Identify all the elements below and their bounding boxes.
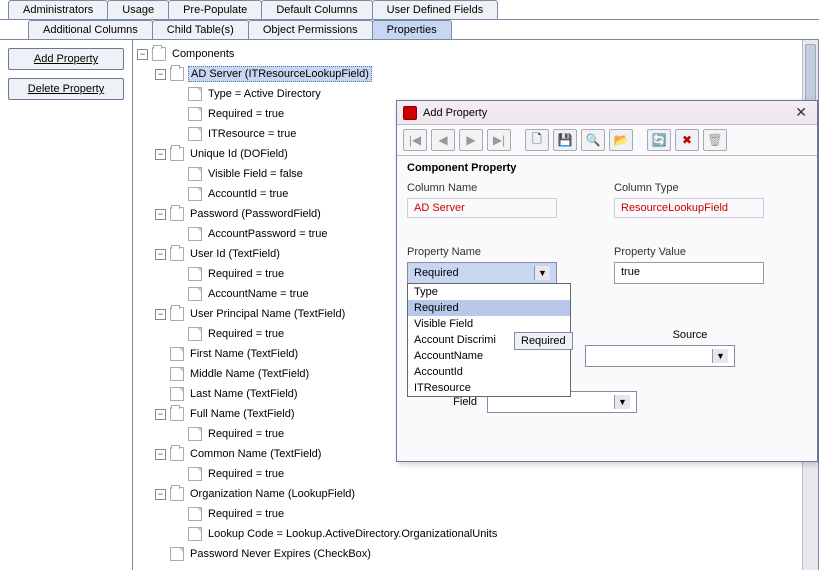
folder-icon xyxy=(170,307,184,321)
tab-properties[interactable]: Properties xyxy=(372,20,452,39)
add-property-dialog: Add Property ✕ |◀ ◀ ▶ ▶| 🗋 💾 🔍 📂 🔄 ✖ 🗑 C… xyxy=(396,100,818,462)
tree-root[interactable]: − Components xyxy=(137,44,818,64)
source-label: Source xyxy=(585,329,795,341)
chevron-down-icon[interactable]: ▼ xyxy=(534,266,550,280)
file-icon xyxy=(188,127,202,141)
tooltip: Required xyxy=(514,332,573,350)
file-icon xyxy=(188,167,202,181)
dialog-title: Add Property xyxy=(423,107,487,119)
tree-leaf[interactable]: Required = true xyxy=(173,504,818,524)
folder-icon xyxy=(170,67,184,81)
collapse-icon[interactable]: − xyxy=(137,49,148,60)
collapse-icon[interactable]: − xyxy=(155,309,166,320)
file-icon xyxy=(188,287,202,301)
combo-value: Required xyxy=(414,267,459,279)
tab-administrators[interactable]: Administrators xyxy=(8,0,108,19)
collapse-icon[interactable]: − xyxy=(155,409,166,420)
collapse-icon[interactable]: − xyxy=(155,449,166,460)
property-value-input[interactable]: true xyxy=(614,262,764,284)
tab-usage[interactable]: Usage xyxy=(107,0,169,19)
file-icon xyxy=(170,387,184,401)
folder-icon xyxy=(170,207,184,221)
tab-container: Administrators Usage Pre-Populate Defaul… xyxy=(0,0,819,40)
file-icon xyxy=(188,507,202,521)
dialog-titlebar[interactable]: Add Property ✕ xyxy=(397,101,817,125)
folder-icon xyxy=(170,407,184,421)
trash-button: 🗑 xyxy=(703,129,727,151)
file-icon xyxy=(188,427,202,441)
chevron-down-icon[interactable]: ▼ xyxy=(712,349,728,363)
tree-leaf[interactable]: Required = true xyxy=(173,464,818,484)
oracle-icon xyxy=(403,106,417,120)
delete-property-button[interactable]: Delete Property xyxy=(8,78,124,100)
file-icon xyxy=(188,467,202,481)
dropdown-option[interactable]: Account Discrimi Required xyxy=(408,332,570,348)
property-name-combo[interactable]: Required ▼ Type Required Visible Field A… xyxy=(407,262,557,284)
file-icon xyxy=(188,227,202,241)
tree-adserver[interactable]: − AD Server (ITResourceLookupField) xyxy=(155,64,818,84)
save-button[interactable]: 💾 xyxy=(553,129,577,151)
first-record-button: |◀ xyxy=(403,129,427,151)
collapse-icon[interactable]: − xyxy=(155,69,166,80)
column-name-field: AD Server xyxy=(407,198,557,218)
cancel-button[interactable]: ✖ xyxy=(675,129,699,151)
add-property-button[interactable]: Add Property xyxy=(8,48,124,70)
tree-orgname[interactable]: − Organization Name (LookupField) xyxy=(155,484,818,504)
column-type-label: Column Type xyxy=(614,180,807,194)
dropdown-option[interactable]: ITResource xyxy=(408,380,570,396)
open-button[interactable]: 📂 xyxy=(609,129,633,151)
tree-label: Components xyxy=(170,47,236,61)
file-icon xyxy=(188,107,202,121)
property-name-dropdown[interactable]: Type Required Visible Field Account Disc… xyxy=(407,283,571,397)
folder-icon xyxy=(170,447,184,461)
collapse-icon[interactable]: − xyxy=(155,209,166,220)
chevron-down-icon[interactable]: ▼ xyxy=(614,395,630,409)
new-button[interactable]: 🗋 xyxy=(525,129,549,151)
tab-user-defined-fields[interactable]: User Defined Fields xyxy=(372,0,499,19)
file-icon xyxy=(188,527,202,541)
dropdown-option[interactable]: Type xyxy=(408,284,570,300)
section-heading: Component Property xyxy=(407,162,807,174)
dropdown-option[interactable]: AccountName xyxy=(408,348,570,364)
collapse-icon[interactable]: − xyxy=(155,149,166,160)
last-record-button: ▶| xyxy=(487,129,511,151)
tree-leaf[interactable]: Lookup Code = Lookup.ActiveDirectory.Org… xyxy=(173,524,818,544)
prev-record-button: ◀ xyxy=(431,129,455,151)
folder-icon xyxy=(170,147,184,161)
next-record-button: ▶ xyxy=(459,129,483,151)
file-icon xyxy=(188,267,202,281)
file-icon xyxy=(188,87,202,101)
tree-label: AD Server (ITResourceLookupField) xyxy=(188,66,372,82)
dropdown-option[interactable]: Visible Field xyxy=(408,316,570,332)
collapse-icon[interactable]: − xyxy=(155,489,166,500)
dropdown-option[interactable]: Required xyxy=(408,300,570,316)
collapse-icon[interactable]: − xyxy=(155,249,166,260)
find-button: 🔍 xyxy=(581,129,605,151)
column-name-label: Column Name xyxy=(407,180,600,194)
tab-default-columns[interactable]: Default Columns xyxy=(261,0,372,19)
tab-prepopulate[interactable]: Pre-Populate xyxy=(168,0,262,19)
action-panel: Add Property Delete Property xyxy=(0,40,132,570)
property-name-label: Property Name xyxy=(407,244,600,258)
tab-object-permissions[interactable]: Object Permissions xyxy=(248,20,373,39)
folder-icon xyxy=(170,487,184,501)
file-icon xyxy=(170,367,184,381)
dropdown-option[interactable]: AccountId xyxy=(408,364,570,380)
tab-additional-columns[interactable]: Additional Columns xyxy=(28,20,153,39)
property-value-label: Property Value xyxy=(614,244,807,258)
tree-pwdnever[interactable]: Password Never Expires (CheckBox) xyxy=(155,544,818,564)
file-icon xyxy=(170,547,184,561)
dialog-toolbar: |◀ ◀ ▶ ▶| 🗋 💾 🔍 📂 🔄 ✖ 🗑 xyxy=(397,125,817,156)
tab-child-tables[interactable]: Child Table(s) xyxy=(152,20,249,39)
folder-icon xyxy=(170,247,184,261)
field-label: Field xyxy=(407,396,477,408)
column-type-field: ResourceLookupField xyxy=(614,198,764,218)
file-icon xyxy=(188,327,202,341)
file-icon xyxy=(188,187,202,201)
source-combo[interactable]: ▼ xyxy=(585,345,735,367)
folder-icon xyxy=(152,47,166,61)
refresh-button[interactable]: 🔄 xyxy=(647,129,671,151)
file-icon xyxy=(170,347,184,361)
close-icon[interactable]: ✕ xyxy=(791,104,811,121)
